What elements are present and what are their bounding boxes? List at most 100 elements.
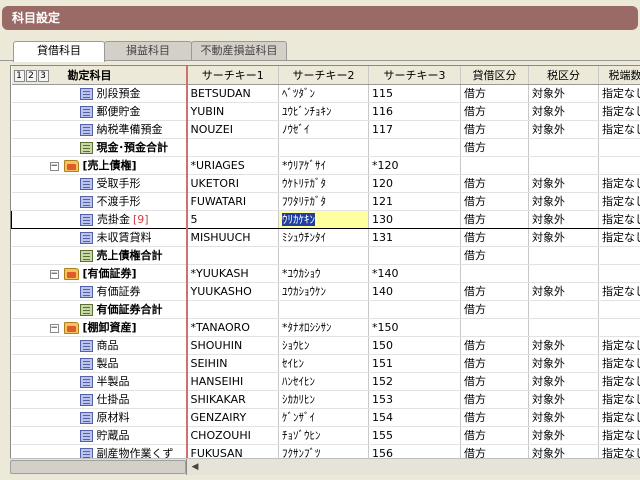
debit-credit-cell[interactable]: 借方: [460, 174, 529, 193]
search-key-2-cell[interactable]: ﾕｳﾋﾞﾝﾁｮｷﾝ: [278, 102, 369, 121]
debit-credit-cell[interactable]: 借方: [460, 282, 529, 301]
search-key-3-cell[interactable]: [368, 138, 461, 157]
tab-fudousan-soneki[interactable]: 不動産損益科目: [191, 41, 287, 60]
collapse-toggle-icon[interactable]: −: [49, 323, 59, 333]
account-row[interactable]: 仕掛品 SHIKAKARｼｶｶﾘﾋﾝ153借方対象外指定なし: [11, 390, 640, 409]
account-name-cell[interactable]: 別段預金: [11, 84, 188, 103]
debit-credit-cell[interactable]: 借方: [460, 390, 529, 409]
tax-category-cell[interactable]: 対象外: [528, 426, 599, 445]
search-key-2-cell[interactable]: ｾｲﾋﾝ: [278, 354, 369, 373]
header-search-key-1[interactable]: サーチキー1: [186, 66, 279, 85]
debit-credit-cell[interactable]: 借方: [460, 336, 529, 355]
tax-category-cell[interactable]: 対象外: [528, 84, 599, 103]
search-key-2-cell[interactable]: ｹﾞﾝｻﾞｲ: [278, 408, 369, 427]
search-key-2-cell[interactable]: ｼｶｶﾘﾋﾝ: [278, 390, 369, 409]
tax-category-cell[interactable]: 対象外: [528, 408, 599, 427]
account-row[interactable]: 商品 SHOUHINｼｮｳﾋﾝ150借方対象外指定なし: [11, 336, 640, 355]
group-row[interactable]: − [有価証券] *YUUKASH *ﾕｳｶｼｮｳ *140: [11, 264, 640, 283]
tax-category-cell[interactable]: 対象外: [528, 336, 599, 355]
search-key-2-cell[interactable]: ﾁｮｿﾞｳﾋﾝ: [278, 426, 369, 445]
debit-credit-cell[interactable]: 借方: [460, 228, 529, 247]
tax-category-cell[interactable]: 対象外: [528, 120, 599, 139]
level-2-button[interactable]: 2: [25, 69, 37, 82]
tax-rounding-cell[interactable]: [598, 138, 640, 157]
tax-rounding-cell[interactable]: 指定なし: [598, 192, 640, 211]
account-row[interactable]: 売掛金[9]5ｳﾘｶｹｷﾝ130借方対象外指定なし: [11, 209, 640, 229]
tax-rounding-cell[interactable]: 指定なし: [598, 228, 640, 247]
collapse-toggle-icon[interactable]: −: [49, 269, 59, 279]
account-row[interactable]: 副産物作業くず FUKUSANﾌｸｻﾝﾌﾞﾂ156借方対象外指定なし: [11, 444, 640, 458]
tax-category-cell[interactable]: [528, 246, 599, 265]
search-key-1-cell[interactable]: HANSEIHI: [186, 372, 279, 391]
group-row[interactable]: − [売上債権] *URIAGES *ｳﾘｱｹﾞｻｲ *120: [11, 156, 640, 175]
account-name-cell[interactable]: 副産物作業くず: [11, 444, 188, 458]
header-debit-credit[interactable]: 貸借区分: [460, 66, 529, 85]
account-name-cell[interactable]: 製品: [11, 354, 188, 373]
search-key-2-cell[interactable]: [278, 300, 369, 319]
debit-credit-cell[interactable]: 借方: [460, 120, 529, 139]
debit-credit-cell[interactable]: 借方: [460, 84, 529, 103]
account-name-cell[interactable]: 有価証券合計: [11, 300, 188, 319]
tax-category-cell[interactable]: 対象外: [528, 282, 599, 301]
debit-credit-cell[interactable]: 借方: [460, 300, 529, 319]
search-key-1-cell[interactable]: YUBIN: [186, 102, 279, 121]
tab-taishaku[interactable]: 貸借科目: [13, 41, 105, 62]
header-tax-rounding[interactable]: 税端数: [598, 66, 640, 85]
account-row[interactable]: 有価証券 YUUKASHOﾕｳｶｼｮｳｹﾝ140借方対象外指定なし: [11, 282, 640, 301]
account-row[interactable]: 製品 SEIHINｾｲﾋﾝ151借方対象外指定なし: [11, 354, 640, 373]
tax-rounding-cell[interactable]: 指定なし: [598, 336, 640, 355]
collapse-toggle-icon[interactable]: −: [49, 161, 59, 171]
search-key-2-cell[interactable]: ﾊﾝｾｲﾋﾝ: [278, 372, 369, 391]
account-row[interactable]: 郵便貯金 YUBINﾕｳﾋﾞﾝﾁｮｷﾝ116借方対象外指定なし: [11, 102, 640, 121]
search-key-3-cell[interactable]: [368, 300, 461, 319]
account-row[interactable]: 半製品 HANSEIHIﾊﾝｾｲﾋﾝ152借方対象外指定なし: [11, 372, 640, 391]
search-key-1-cell[interactable]: *URIAGES: [186, 156, 279, 175]
tax-category-cell[interactable]: 対象外: [528, 354, 599, 373]
account-name-cell[interactable]: 貯蔵品: [11, 426, 188, 445]
account-name-cell[interactable]: 受取手形: [11, 174, 188, 193]
account-grid[interactable]: 1 2 3 勘定科目 サーチキー1 サーチキー2 サーチキー3 貸借区分 税区分 税端…: [10, 65, 640, 458]
search-key-2-editor[interactable]: ｳﾘｶｹｷﾝ: [282, 213, 315, 226]
search-key-2-cell[interactable]: *ﾀﾅｵﾛｼｼｻﾝ: [278, 318, 369, 337]
search-key-3-cell[interactable]: 151: [368, 354, 461, 373]
account-name-cell[interactable]: 現金･預金合計: [11, 138, 188, 157]
debit-credit-cell[interactable]: 借方: [460, 372, 529, 391]
search-key-2-cell[interactable]: [278, 138, 369, 157]
search-key-2-cell[interactable]: ﾌﾜﾀﾘﾃｶﾞﾀ: [278, 192, 369, 211]
search-key-2-cell[interactable]: ﾕｳｶｼｮｳｹﾝ: [278, 282, 369, 301]
total-row[interactable]: 売上債権合計 借方: [11, 246, 640, 265]
tax-category-cell[interactable]: 対象外: [528, 390, 599, 409]
search-key-1-cell[interactable]: GENZAIRY: [186, 408, 279, 427]
level-3-button[interactable]: 3: [37, 69, 49, 82]
search-key-1-cell[interactable]: SEIHIN: [186, 354, 279, 373]
debit-credit-cell[interactable]: 借方: [460, 192, 529, 211]
horizontal-scrollbar[interactable]: ◀: [10, 458, 640, 475]
search-key-1-cell[interactable]: 5: [186, 209, 279, 229]
header-account[interactable]: 1 2 3 勘定科目: [11, 66, 188, 85]
search-key-3-cell[interactable]: 156: [368, 444, 461, 458]
account-name-cell[interactable]: 納税準備預金: [11, 120, 188, 139]
tax-rounding-cell[interactable]: [598, 246, 640, 265]
account-name-cell[interactable]: 売上債権合計: [11, 246, 188, 265]
tax-rounding-cell[interactable]: 指定なし: [598, 84, 640, 103]
search-key-1-cell[interactable]: SHOUHIN: [186, 336, 279, 355]
tax-category-cell[interactable]: [528, 264, 599, 283]
search-key-1-cell[interactable]: *TANAORO: [186, 318, 279, 337]
account-name-cell[interactable]: 有価証券: [11, 282, 188, 301]
search-key-2-cell[interactable]: ﾌｸｻﾝﾌﾞﾂ: [278, 444, 369, 458]
tax-category-cell[interactable]: 対象外: [528, 444, 599, 458]
debit-credit-cell[interactable]: 借方: [460, 209, 529, 229]
account-name-cell[interactable]: 商品: [11, 336, 188, 355]
search-key-1-cell[interactable]: YUUKASHO: [186, 282, 279, 301]
tax-rounding-cell[interactable]: 指定なし: [598, 408, 640, 427]
search-key-3-cell[interactable]: 140: [368, 282, 461, 301]
account-name-cell[interactable]: − [売上債権]: [11, 156, 188, 175]
level-1-button[interactable]: 1: [13, 69, 25, 82]
search-key-1-cell[interactable]: [186, 300, 279, 319]
debit-credit-cell[interactable]: [460, 264, 529, 283]
account-row[interactable]: 受取手形 UKETORIｳｹﾄﾘﾃｶﾞﾀ120借方対象外指定なし: [11, 174, 640, 193]
search-key-3-cell[interactable]: [368, 246, 461, 265]
search-key-3-cell[interactable]: 116: [368, 102, 461, 121]
account-name-cell[interactable]: 半製品: [11, 372, 188, 391]
tax-category-cell[interactable]: [528, 318, 599, 337]
